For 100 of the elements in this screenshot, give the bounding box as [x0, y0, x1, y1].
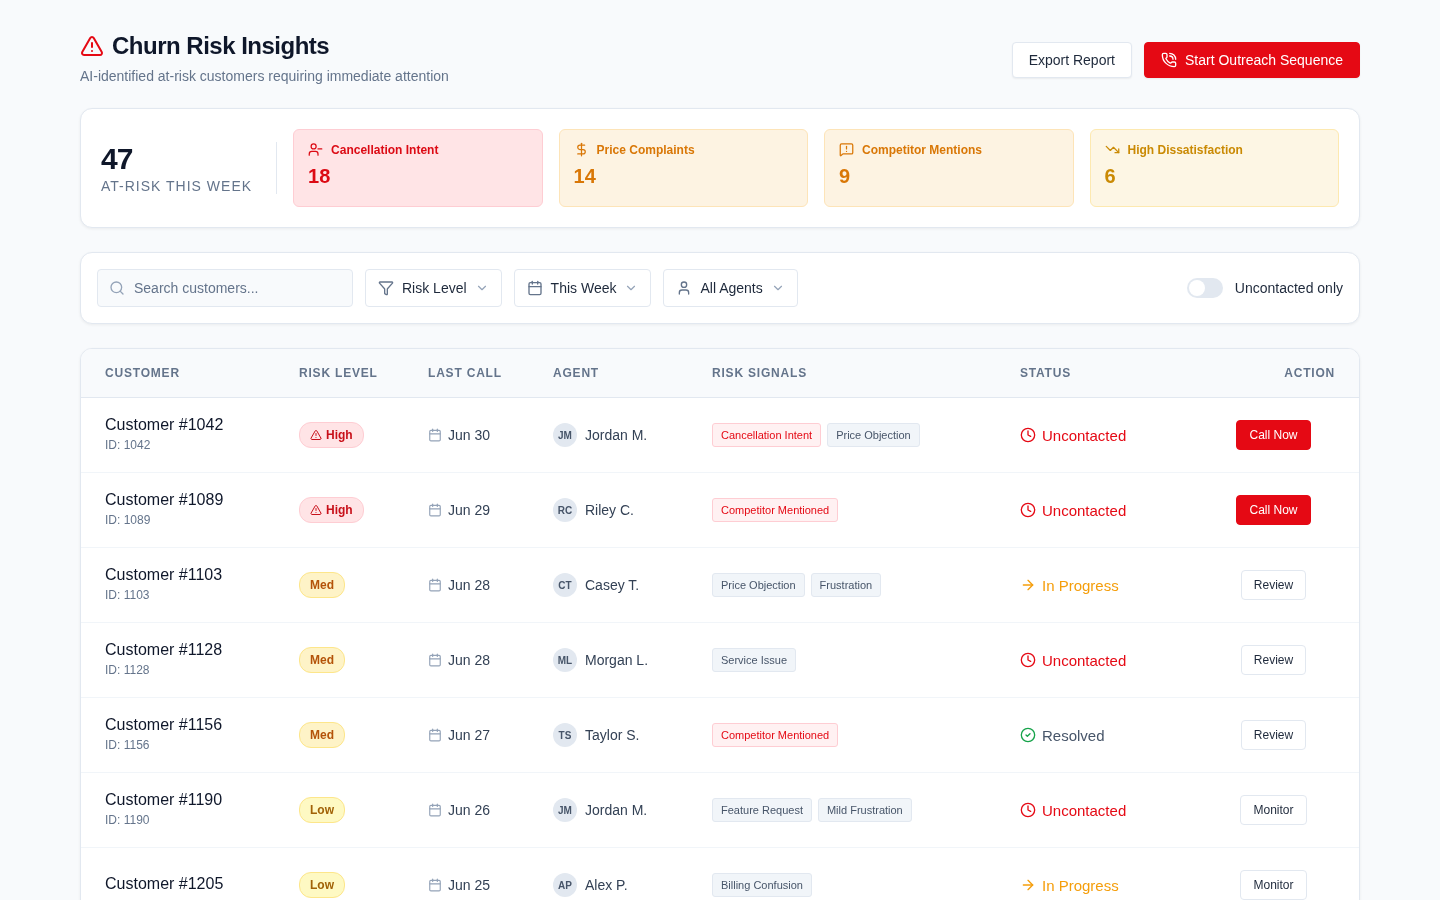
- customer-id: ID: 1190: [105, 813, 151, 827]
- signal-tag: Cancellation Intent: [712, 423, 822, 447]
- risk-badge: Med: [299, 722, 345, 748]
- stat-label: High Dissatisfaction: [1127, 142, 1243, 157]
- action-button[interactable]: Monitor: [1240, 795, 1307, 825]
- stat-label: Cancellation Intent: [331, 142, 439, 157]
- calendar-icon: [428, 428, 442, 442]
- calendar-icon: [428, 878, 442, 892]
- agent-avatar: ML: [553, 648, 577, 672]
- customer-name: Customer #1190: [105, 791, 224, 809]
- stat-value: 9: [839, 165, 852, 188]
- column-header: AGENT: [553, 366, 600, 380]
- action-button[interactable]: Call Now: [1236, 420, 1311, 450]
- status-label: In Progress: [1042, 876, 1119, 894]
- last-call-date: Jun 28: [448, 652, 491, 668]
- signal-tag: Competitor Mentioned: [712, 723, 839, 747]
- outreach-button[interactable]: Start Outreach Sequence: [1144, 42, 1360, 78]
- customer-name: Customer #1128: [105, 641, 224, 659]
- phone-icon: [1161, 52, 1177, 68]
- stat-value: 14: [573, 165, 597, 188]
- signal-tag: Price Objection: [712, 573, 805, 597]
- calendar-icon: [428, 803, 442, 817]
- search-icon: [109, 280, 125, 296]
- agent-avatar: RC: [553, 498, 577, 522]
- risk-badge: High: [299, 422, 364, 448]
- filter-icon: [378, 280, 394, 296]
- last-call-date: Jun 30: [448, 427, 491, 443]
- agent-avatar: AP: [553, 873, 577, 897]
- status-label: Resolved: [1042, 726, 1105, 744]
- calendar-icon: [526, 280, 543, 296]
- stat-value: 18: [308, 165, 332, 188]
- calendar-icon: [428, 503, 442, 517]
- filter-dropdown[interactable]: This Week: [513, 269, 652, 307]
- agent-avatar: JM: [553, 798, 577, 822]
- signal-tag: Frustration: [810, 573, 882, 597]
- column-header: LAST CALL: [428, 366, 503, 380]
- signal-tag: Service Issue: [712, 648, 797, 672]
- agent-name: Jordan M.: [585, 802, 648, 818]
- agent-avatar: TS: [553, 723, 577, 747]
- signal-tag: Feature Request: [712, 798, 812, 822]
- status-label: Uncontacted: [1042, 651, 1127, 669]
- clock-icon: [1020, 502, 1036, 518]
- column-header: RISK LEVEL: [299, 366, 379, 380]
- agent-name: Casey T.: [585, 577, 640, 593]
- signal-tag: Mild Frustration: [817, 798, 912, 822]
- risk-badge: Med: [299, 572, 345, 598]
- agent-name: Riley C.: [585, 502, 634, 518]
- message-alert-icon: [839, 142, 855, 157]
- toggle-label: Uncontacted only: [1234, 280, 1343, 296]
- status-label: Uncontacted: [1042, 501, 1127, 519]
- clock-icon: [1020, 652, 1036, 668]
- customer-id: ID: 1128: [105, 663, 151, 677]
- page-title: Churn Risk Insights: [112, 32, 330, 60]
- signal-tag: Billing Confusion: [712, 873, 812, 897]
- agent-name: Morgan L.: [585, 652, 649, 668]
- agent-name: Jordan M.: [585, 427, 648, 443]
- filter-dropdown[interactable]: All Agents: [663, 269, 798, 307]
- last-call-date: Jun 27: [448, 727, 491, 743]
- warning-icon: [310, 429, 322, 441]
- arrow-right-icon: [1020, 877, 1036, 893]
- status-label: Uncontacted: [1042, 426, 1127, 444]
- last-call-date: Jun 26: [448, 802, 491, 818]
- action-button[interactable]: Review: [1240, 570, 1307, 600]
- page-subtitle: AI-identified at-risk customers requiring immediate attention: [80, 68, 449, 84]
- column-header: CUSTOMER: [105, 366, 181, 380]
- toggle-switch[interactable]: [1186, 278, 1223, 298]
- stat-value: 6: [1104, 165, 1117, 188]
- customer-name: Customer #1156: [105, 716, 224, 734]
- signal-tag: Competitor Mentioned: [712, 498, 839, 522]
- action-button[interactable]: Call Now: [1236, 495, 1311, 525]
- export-button[interactable]: Export Report: [1011, 42, 1132, 78]
- action-button[interactable]: Monitor: [1240, 870, 1307, 900]
- column-header: STATUS: [1020, 366, 1073, 380]
- signal-tag: Price Objection: [827, 423, 920, 447]
- user-minus-icon: [308, 142, 324, 157]
- warning-icon: [310, 504, 322, 516]
- last-call-date: Jun 28: [448, 577, 491, 593]
- action-button[interactable]: Review: [1240, 645, 1307, 675]
- total-label: AT-RISK THIS WEEK: [101, 178, 253, 194]
- risk-badge: High: [299, 497, 364, 523]
- customer-name: Customer #1089: [105, 491, 225, 509]
- calendar-icon: [428, 728, 442, 742]
- search-field[interactable]: Search customers...: [97, 269, 353, 307]
- action-button[interactable]: Review: [1240, 720, 1307, 750]
- risk-badge: Med: [299, 647, 345, 673]
- agent-avatar: CT: [553, 573, 577, 597]
- clock-icon: [1020, 802, 1036, 818]
- total-count: 47: [101, 142, 134, 176]
- clock-icon: [1020, 427, 1036, 443]
- status-label: Uncontacted: [1042, 801, 1127, 819]
- risk-badge: Low: [299, 872, 345, 898]
- filter-dropdown[interactable]: Risk Level: [365, 269, 502, 307]
- stat-label: Competitor Mentions: [862, 142, 983, 157]
- last-call-date: Jun 25: [448, 877, 491, 893]
- customer-id: ID: 1042: [105, 438, 152, 452]
- customer-id: ID: 1089: [105, 513, 152, 527]
- customer-id: ID: 1103: [105, 588, 151, 602]
- customer-id: ID: 1156: [105, 738, 151, 752]
- agent-name: Taylor S.: [585, 727, 640, 743]
- customer-name: Customer #1103: [105, 566, 224, 584]
